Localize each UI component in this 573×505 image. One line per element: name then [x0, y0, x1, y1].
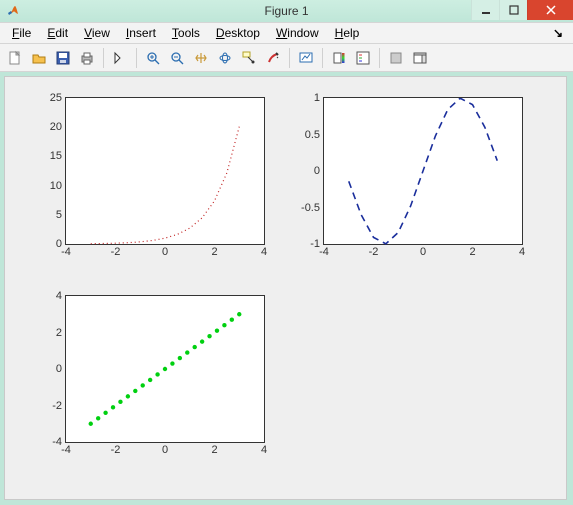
ytick-label: 4 [42, 290, 66, 302]
open-button[interactable] [28, 47, 50, 69]
ytick-label: -0.5 [300, 202, 324, 214]
maximize-button[interactable] [499, 0, 527, 20]
dock-controls-icon[interactable]: ↘ [549, 26, 567, 40]
xtick-label: -4 [319, 244, 329, 258]
ytick-label: 25 [42, 92, 66, 104]
toolbar [0, 44, 573, 72]
ytick-label: 1 [300, 92, 324, 104]
xtick-label: 0 [162, 244, 168, 258]
window-buttons [471, 0, 573, 22]
menu-view[interactable]: View [78, 24, 116, 42]
zoom-out-button[interactable] [166, 47, 188, 69]
ytick-label: 20 [42, 121, 66, 133]
ytick-label: 0.5 [300, 129, 324, 141]
ytick-label: 0 [300, 165, 324, 177]
xtick-label: 4 [519, 244, 525, 258]
menu-help[interactable]: Help [329, 24, 366, 42]
ytick-label: 5 [42, 209, 66, 221]
xtick-label: 4 [261, 442, 267, 456]
ytick-label: -2 [42, 400, 66, 412]
ytick-label: 15 [42, 150, 66, 162]
zoom-in-button[interactable] [142, 47, 164, 69]
ytick-label: 10 [42, 180, 66, 192]
print-button[interactable] [76, 47, 98, 69]
xtick-label: -4 [61, 244, 71, 258]
xtick-label: 4 [261, 244, 267, 258]
minimize-button[interactable] [471, 0, 499, 20]
xtick-label: -2 [111, 244, 121, 258]
xtick-label: 2 [469, 244, 475, 258]
xtick-label: -2 [111, 442, 121, 456]
xtick-label: -2 [369, 244, 379, 258]
xtick-label: 0 [420, 244, 426, 258]
new-figure-button[interactable] [4, 47, 26, 69]
ytick-label: 2 [42, 327, 66, 339]
xtick-label: 2 [211, 244, 217, 258]
menu-file[interactable]: File [6, 24, 37, 42]
edit-plot-button[interactable] [109, 47, 131, 69]
menu-edit[interactable]: Edit [41, 24, 74, 42]
ytick-label: 0 [42, 363, 66, 375]
titlebar: Figure 1 [0, 0, 573, 22]
rotate-3d-button[interactable] [214, 47, 236, 69]
data-cursor-button[interactable] [238, 47, 260, 69]
xtick-label: 0 [162, 442, 168, 456]
brush-button[interactable] [262, 47, 284, 69]
insert-legend-button[interactable] [352, 47, 374, 69]
menu-tools[interactable]: Tools [166, 24, 206, 42]
axes-3[interactable]: -4-2024-4-2024 [65, 295, 265, 443]
save-button[interactable] [52, 47, 74, 69]
xtick-label: -4 [61, 442, 71, 456]
xtick-label: 2 [211, 442, 217, 456]
close-button[interactable] [527, 0, 573, 20]
menu-desktop[interactable]: Desktop [210, 24, 266, 42]
show-plot-tools-button[interactable] [409, 47, 431, 69]
matlab-logo-icon [6, 3, 22, 19]
insert-colorbar-button[interactable] [328, 47, 350, 69]
axes-2[interactable]: -1-0.500.51-4-2024 [323, 97, 523, 245]
figure-canvas[interactable]: 0510152025-4-2024 -1-0.500.51-4-2024 -4-… [4, 76, 567, 500]
axes-1[interactable]: 0510152025-4-2024 [65, 97, 265, 245]
menubar: File Edit View Insert Tools Desktop Wind… [0, 22, 573, 44]
pan-button[interactable] [190, 47, 212, 69]
hide-plot-tools-button[interactable] [385, 47, 407, 69]
menu-window[interactable]: Window [270, 24, 325, 42]
link-plot-button[interactable] [295, 47, 317, 69]
menu-insert[interactable]: Insert [120, 24, 162, 42]
